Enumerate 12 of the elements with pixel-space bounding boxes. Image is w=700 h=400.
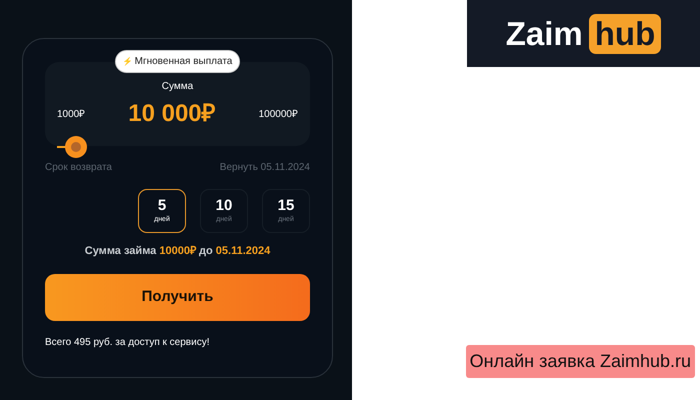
loan-summary: Сумма займа 10000₽ до 05.11.2024 — [84, 244, 272, 259]
service-fee-note: Всего 495 руб. за доступ к сервису! — [45, 336, 210, 350]
logo: Zaim hub — [467, 0, 700, 67]
banner-text: Онлайн заявка Zaimhub.ru — [466, 345, 695, 378]
max-amount: 100000₽ — [258, 108, 298, 122]
instant-payout-badge: ⚡ Мгновенная выплата — [114, 50, 240, 73]
min-amount: 1000₽ — [57, 108, 86, 122]
amount-label: Сумма — [162, 80, 194, 94]
term-label: Срок возврата — [45, 161, 112, 175]
get-button[interactable]: Получить — [45, 274, 310, 320]
amount-value: 10 000₽ — [128, 99, 216, 129]
return-date: Вернуть 05.11.2024 — [220, 161, 310, 175]
